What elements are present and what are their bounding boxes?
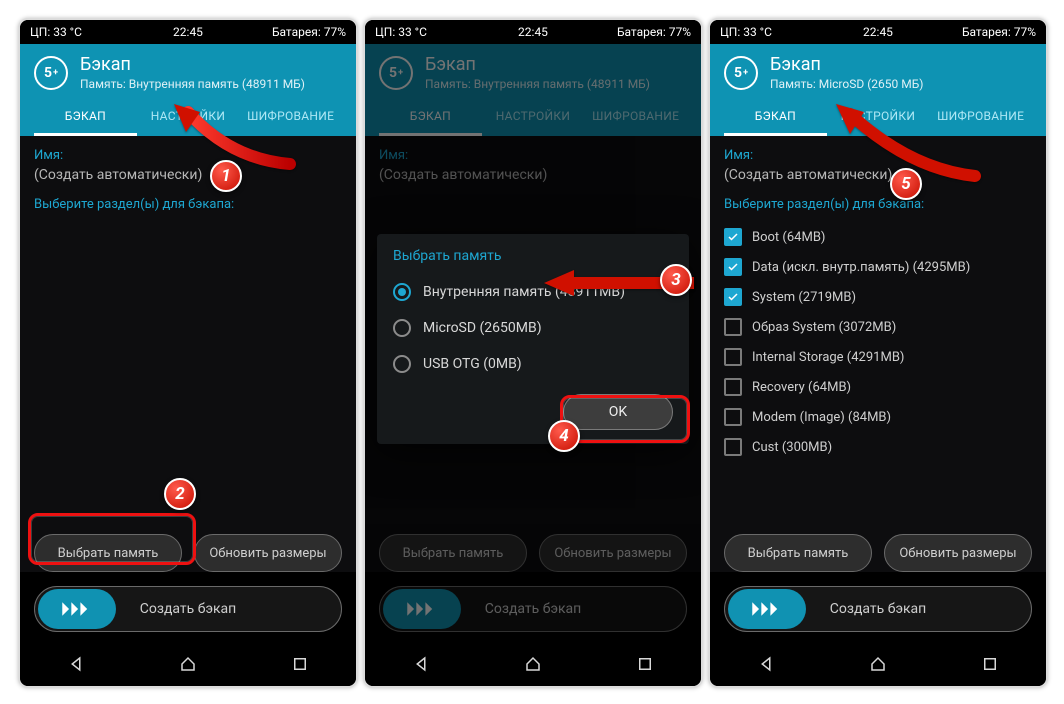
- status-bar: ЦП: 33 °C 22:45 Батарея: 77%: [710, 20, 1046, 44]
- content-area: Имя: (Создать автоматически) Выберите ра…: [20, 136, 356, 524]
- android-navbar: [365, 646, 701, 686]
- header-title: Бэкап: [425, 54, 650, 75]
- storage-dialog: Выбрать память Внутренняя память (48911M…: [377, 234, 689, 444]
- bottom-buttons: Выбрать память Обновить размеры: [365, 524, 701, 572]
- nav-recent-icon[interactable]: [981, 655, 999, 677]
- nav-home-icon[interactable]: [869, 655, 887, 677]
- refresh-sizes-button[interactable]: Обновить размеры: [539, 534, 687, 572]
- annotation-badge-2: 2: [164, 478, 196, 510]
- partition-item-modem[interactable]: Modem (Image) (84MB): [724, 402, 1032, 432]
- choose-storage-button[interactable]: Выбрать память: [724, 534, 872, 572]
- status-battery: Батарея: 77%: [617, 25, 691, 39]
- status-cpu: ЦП: 33 °C: [720, 25, 772, 39]
- checkbox-icon: [724, 258, 742, 276]
- header-title: Бэкап: [80, 54, 305, 75]
- checkbox-icon: [724, 228, 742, 246]
- checkbox-icon: [724, 408, 742, 426]
- checkbox-icon: [724, 378, 742, 396]
- checkbox-icon: [724, 318, 742, 336]
- checkbox-icon: [724, 288, 742, 306]
- annotation-badge-3: 3: [660, 264, 692, 296]
- header-title: Бэкап: [770, 54, 923, 75]
- partition-list[interactable]: Boot (64MB) Data (искл. внутр.память) (4…: [724, 222, 1032, 462]
- partition-item-intstorage[interactable]: Internal Storage (4291MB): [724, 342, 1032, 372]
- header-storage: Память: Внутренняя память (48911 МБ): [425, 77, 650, 91]
- radio-usb-otg[interactable]: USB OTG (0MB): [393, 346, 673, 382]
- create-backup-swipe[interactable]: Создать бэкап: [379, 586, 687, 632]
- checkbox-icon: [724, 438, 742, 456]
- dialog-title: Выбрать память: [393, 248, 673, 264]
- header-storage: Память: Внутренняя память (48911 МБ): [80, 77, 305, 91]
- radio-microsd[interactable]: MicroSD (2650MB): [393, 310, 673, 346]
- label-name: Имя:: [379, 148, 687, 163]
- label-select-partitions: Выберите раздел(ы) для бэкапa:: [724, 197, 1032, 212]
- partition-item-data[interactable]: Data (искл. внутр.память) (4295MB): [724, 252, 1032, 282]
- partition-item-system[interactable]: System (2719MB): [724, 282, 1032, 312]
- annotation-badge-5: 5: [890, 168, 922, 200]
- swipe-knob-icon: [383, 589, 461, 629]
- label-select-partitions: Выберите раздел(ы) для бэкапa:: [34, 197, 342, 212]
- partition-item-recovery[interactable]: Recovery (64MB): [724, 372, 1032, 402]
- nav-back-icon[interactable]: [757, 655, 775, 677]
- tab-backup[interactable]: БЭКАП: [724, 99, 827, 136]
- radio-icon: [393, 319, 411, 337]
- tab-encrypt[interactable]: ШИФРОВАНИЕ: [584, 99, 687, 136]
- refresh-sizes-button[interactable]: Обновить размеры: [884, 534, 1032, 572]
- status-bar: ЦП: 33 °C 22:45 Батарея: 77%: [20, 20, 356, 44]
- android-navbar: [710, 646, 1046, 686]
- partition-item-cust[interactable]: Cust (300MB): [724, 432, 1032, 462]
- choose-storage-button[interactable]: Выбрать память: [34, 534, 182, 572]
- bottom-buttons: Выбрать память Обновить размеры: [20, 524, 356, 572]
- nav-back-icon[interactable]: [412, 655, 430, 677]
- annotation-badge-4: 4: [548, 420, 580, 452]
- status-battery: Батарея: 77%: [962, 25, 1036, 39]
- create-backup-swipe[interactable]: Создать бэкап: [34, 586, 342, 632]
- partition-item-boot[interactable]: Boot (64MB): [724, 222, 1032, 252]
- choose-storage-button[interactable]: Выбрать память: [379, 534, 527, 572]
- swipe-knob-icon: [38, 589, 116, 629]
- nav-home-icon[interactable]: [179, 655, 197, 677]
- nav-recent-icon[interactable]: [636, 655, 654, 677]
- tab-bar: БЭКАП НАСТРОЙКИ ШИФРОВАНИЕ: [379, 99, 687, 136]
- android-navbar: [20, 646, 356, 686]
- radio-icon: [393, 283, 411, 301]
- tab-backup[interactable]: БЭКАП: [34, 99, 137, 136]
- partition-item-sysimg[interactable]: Образ System (3072MB): [724, 312, 1032, 342]
- nav-back-icon[interactable]: [67, 655, 85, 677]
- app-icon: 5+: [724, 56, 758, 90]
- create-backup-swipe[interactable]: Создать бэкап: [724, 586, 1032, 632]
- name-value[interactable]: (Создать автоматически): [379, 167, 687, 183]
- tab-backup[interactable]: БЭКАП: [379, 99, 482, 136]
- phone-screenshot-2: ЦП: 33 °C 22:45 Батарея: 77% 5+ Бэкап Па…: [363, 18, 703, 688]
- nav-recent-icon[interactable]: [291, 655, 309, 677]
- swipe-knob-icon: [728, 589, 806, 629]
- annotation-badge-1: 1: [210, 160, 242, 192]
- nav-home-icon[interactable]: [524, 655, 542, 677]
- status-bar: ЦП: 33 °C 22:45 Батарея: 77%: [365, 20, 701, 44]
- status-cpu: ЦП: 33 °C: [375, 25, 427, 39]
- status-battery: Батарея: 77%: [272, 25, 346, 39]
- tab-settings[interactable]: НАСТРОЙКИ: [482, 99, 585, 136]
- app-icon: 5+: [34, 56, 68, 90]
- refresh-sizes-button[interactable]: Обновить размеры: [194, 534, 342, 572]
- status-cpu: ЦП: 33 °C: [30, 25, 82, 39]
- app-icon: 5+: [379, 56, 413, 90]
- dialog-ok-button[interactable]: OK: [563, 394, 673, 430]
- bottom-buttons: Выбрать память Обновить размеры: [710, 524, 1046, 572]
- app-header: 5+ Бэкап Память: Внутренняя память (4891…: [365, 44, 701, 136]
- checkbox-icon: [724, 348, 742, 366]
- radio-icon: [393, 355, 411, 373]
- header-storage: Память: MicroSD (2650 МБ): [770, 77, 923, 91]
